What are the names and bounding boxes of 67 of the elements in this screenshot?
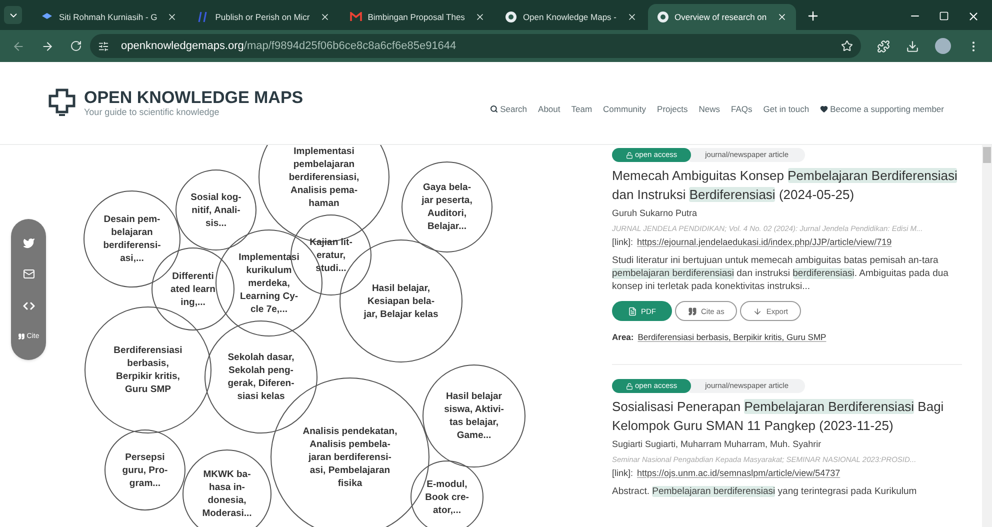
paper-authors: Sugiarti Sugiarti, Muharram Muharram, Muh. Syahrir: [612, 438, 822, 451]
avatar[interactable]: [935, 38, 951, 54]
link-label: [link]:: [612, 466, 634, 480]
nav-link[interactable]: Projects: [657, 102, 688, 116]
close-icon[interactable]: [626, 12, 636, 22]
paper-title: Sosialisasi Penerapan Pembelajaran Berdiferensiasi Bagi Kelompok Guru SMAN 11 Pangkep (2023-11-25): [612, 398, 945, 435]
logo-icon: [48, 88, 76, 118]
close-icon[interactable]: [320, 12, 330, 22]
star-icon[interactable]: [841, 40, 853, 52]
tab-title: Overview of research on: [674, 10, 767, 24]
scrollbar-thumb[interactable]: [983, 147, 991, 163]
search-icon: [490, 105, 498, 113]
browser-tab[interactable]: Open Knowledge Maps -: [496, 4, 646, 30]
tab-title: Open Knowledge Maps -: [522, 10, 616, 24]
tab-title: Bimbingan Proposal Thes: [368, 10, 465, 24]
lock-icon: [626, 152, 633, 158]
browser-tab[interactable]: Overview of research on: [648, 4, 796, 30]
tab-title: Publish or Perish on Micr: [215, 10, 310, 24]
paper-title: Memecah Ambiguitas Konsep Pembelajaran Berdiferensiasi dan Instruksi Berdiferensiasi (2024-05-25): [612, 167, 958, 204]
url-text: openknowledgemaps.org/map/f9894d25f06b6ce8c8a6cf6e85e91644: [121, 38, 458, 54]
nav-link[interactable]: About: [538, 102, 560, 116]
extensions-icon[interactable]: [877, 40, 890, 52]
mail-icon[interactable]: [22, 268, 34, 280]
close-icon[interactable]: [967, 10, 980, 23]
browser-tab[interactable]: Bimbingan Proposal Thes: [340, 4, 494, 30]
area-link[interactable]: Berdiferensiasi berbasis, Berpikir kritis, Guru SMP: [638, 331, 826, 344]
new-tab-icon[interactable]: [806, 9, 820, 23]
paper-authors: Guruh Sukarno Putra: [612, 207, 698, 220]
close-icon[interactable]: [167, 12, 178, 22]
bird-icon[interactable]: [22, 236, 34, 249]
slash-icon: [197, 11, 210, 23]
nav-link[interactable]: Team: [571, 102, 592, 116]
document-icon: [628, 306, 637, 316]
area-label: Area:: [612, 331, 634, 344]
paper-abstract: Studi literatur ini bertujuan untuk memecah ambiguitas batas pemisah an-tara pembelajaran berdiferensiasi dan instruksi berdiferensiasi. Ambiguitas pada dua konsep ini terletak pada konektivitas instruksi...: [612, 254, 950, 294]
restore-icon[interactable]: [939, 11, 949, 21]
nav-link[interactable]: Community: [603, 102, 646, 116]
down-arrow-icon: [753, 306, 762, 316]
tab-search-button[interactable]: [4, 6, 22, 24]
address-bar[interactable]: openknowledgemaps.org/map/f9894d25f06b6ce8c8a6cf6e85e91644: [90, 34, 861, 58]
mail-icon: [350, 12, 362, 22]
browser-tab[interactable]: Siti Rohmah Kurniasih - G: [32, 4, 186, 30]
close-icon[interactable]: [474, 12, 485, 22]
nav-link[interactable]: News: [698, 102, 720, 116]
embed-icon[interactable]: [22, 300, 34, 312]
quote-icon: [688, 306, 697, 316]
nav-link[interactable]: Search: [490, 102, 528, 116]
reload-icon[interactable]: [70, 40, 82, 52]
heart-icon: [820, 105, 828, 113]
paper-link[interactable]: https://ojs.unm.ac.id/semnaslpm/article/view/54737: [637, 466, 840, 480]
site-title: OPEN KNOWLEDGE MAPS: [84, 89, 304, 106]
paper-link[interactable]: https://ejournal.jendelaedukasi.id/index.php/JJP/article/view/719: [637, 236, 892, 250]
quote-icon: [18, 333, 25, 340]
link-label: [link]:: [612, 236, 634, 249]
forward-icon[interactable]: [41, 40, 54, 52]
close-icon[interactable]: [776, 12, 787, 22]
site-tagline: Your guide to scientific knowledge: [84, 108, 220, 117]
paper-abstract: Abstract. Pembelajaran berdiferensiasi yang terintegrasi pada Kurikulum: [612, 485, 918, 498]
nav-link[interactable]: FAQs: [731, 102, 752, 116]
nav-link[interactable]: Become a supporting member: [820, 102, 944, 116]
tab-title: Siti Rohmah Kurniasih - G: [59, 10, 158, 24]
lock-icon: [626, 382, 633, 390]
download-icon[interactable]: [906, 40, 919, 52]
browser-tab[interactable]: Publish or Perish on Micr: [188, 4, 339, 30]
site-settings-icon[interactable]: [98, 40, 109, 52]
topic-label[interactable]: Hasil belajar, Kesiapan bela- jar, Belajar kelas: [364, 282, 438, 320]
nav-link[interactable]: Get in touch: [763, 102, 810, 116]
